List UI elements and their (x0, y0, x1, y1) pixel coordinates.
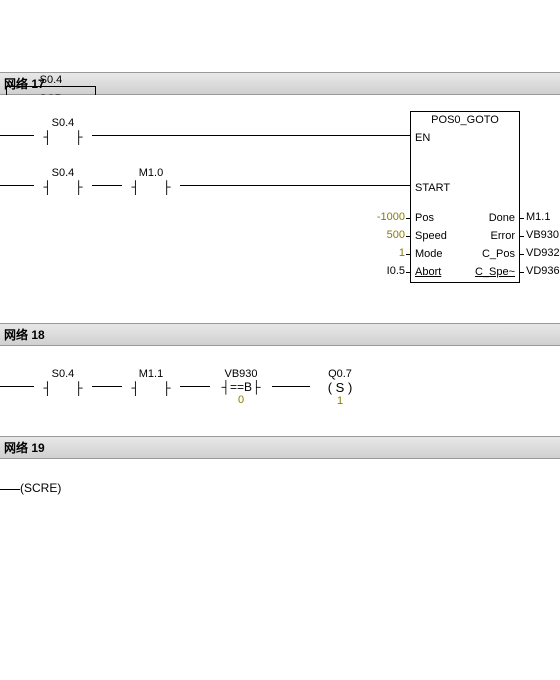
contact-s04-n18: S0.4 ┤ ├ (34, 368, 92, 396)
pin-en: EN (415, 132, 430, 144)
coil-q07-set: Q0.7 ( S ) 1 (310, 368, 370, 407)
contact-symbol: ┤ ├ (122, 180, 180, 195)
pin-mode: Mode (415, 248, 443, 260)
network-18-body: S0.4 ┤ ├ M1.1 ┤ ├ VB930 ┤==B├ 0 Q0.7 ( S… (0, 346, 560, 418)
compare-symbol: ┤==B├ (210, 380, 272, 394)
pin-cpos: C_Pos (482, 248, 515, 260)
val-speed: 500 (355, 229, 405, 241)
scre-coil: (SCRE) (20, 481, 61, 495)
coil-type: S (336, 380, 345, 395)
contact-m10: M1.0 ┤ ├ (122, 167, 180, 195)
pin-tick (406, 236, 411, 237)
scr-address-label: S0.4 (6, 74, 96, 86)
network-19-body: (SCRE) (0, 459, 560, 509)
val-abort: I0.5 (355, 265, 405, 277)
network-18-header: 网络 18 (0, 323, 560, 346)
wire (180, 185, 410, 186)
contact-label: S0.4 (34, 368, 92, 380)
contact-s04-r1: S0.4 ┤ ├ (34, 117, 92, 145)
val-pos: -1000 (355, 211, 405, 223)
contact-label: S0.4 (34, 167, 92, 179)
contact-symbol: ┤ ├ (122, 381, 180, 396)
compare-val: 0 (210, 394, 272, 406)
compare-vb930: VB930 ┤==B├ 0 (210, 368, 272, 406)
pin-tick (519, 272, 524, 273)
contact-s04-r2: S0.4 ┤ ├ (34, 167, 92, 195)
val-mode: 1 (355, 247, 405, 259)
wire (0, 135, 34, 136)
pin-cspe: C_Spe~ (475, 266, 515, 278)
pin-tick (406, 254, 411, 255)
coil-var: Q0.7 (310, 368, 370, 380)
val-cspe: VD936 (526, 265, 560, 277)
pin-tick (406, 272, 411, 273)
contact-label: M1.1 (122, 368, 180, 380)
pin-start: START (415, 182, 450, 194)
wire (272, 386, 310, 387)
pin-abort: Abort (415, 266, 441, 278)
network-19-title: 网络 19 (4, 441, 45, 455)
scre-text: SCRE (24, 481, 57, 495)
val-done: M1.1 (526, 211, 550, 223)
pin-speed: Speed (415, 230, 447, 242)
contact-symbol: ┤ ├ (34, 180, 92, 195)
pin-tick (519, 236, 524, 237)
pin-tick (406, 218, 411, 219)
network-19-header: 网络 19 (0, 436, 560, 459)
wire (92, 185, 122, 186)
wire (180, 386, 210, 387)
fb-pos0-goto: POS0_GOTO EN START Pos Speed Mode Abort … (410, 111, 520, 283)
contact-symbol: ┤ ├ (34, 130, 92, 145)
contact-symbol: ┤ ├ (34, 381, 92, 396)
contact-m11: M1.1 ┤ ├ (122, 368, 180, 396)
contact-label: M1.0 (122, 167, 180, 179)
val-error: VB930 (526, 229, 559, 241)
compare-var: VB930 (210, 368, 272, 380)
pin-pos: Pos (415, 212, 434, 224)
pin-error: Error (491, 230, 515, 242)
wire (0, 386, 34, 387)
compare-op: ==B (230, 380, 252, 394)
fb-title: POS0_GOTO (411, 112, 519, 128)
pin-tick (519, 254, 524, 255)
contact-label: S0.4 (34, 117, 92, 129)
wire (0, 489, 20, 490)
coil-symbol: ( S ) (310, 380, 370, 395)
network-18-title: 网络 18 (4, 328, 45, 342)
coil-count: 1 (310, 395, 370, 407)
wire (92, 386, 122, 387)
wire (0, 185, 34, 186)
pin-tick (519, 218, 524, 219)
pin-done: Done (489, 212, 515, 224)
wire (92, 135, 410, 136)
network-17-body: S0.4 ┤ ├ S0.4 ┤ ├ M1.0 ┤ ├ POS0_GOTO EN … (0, 95, 560, 305)
val-cpos: VD932 (526, 247, 560, 259)
